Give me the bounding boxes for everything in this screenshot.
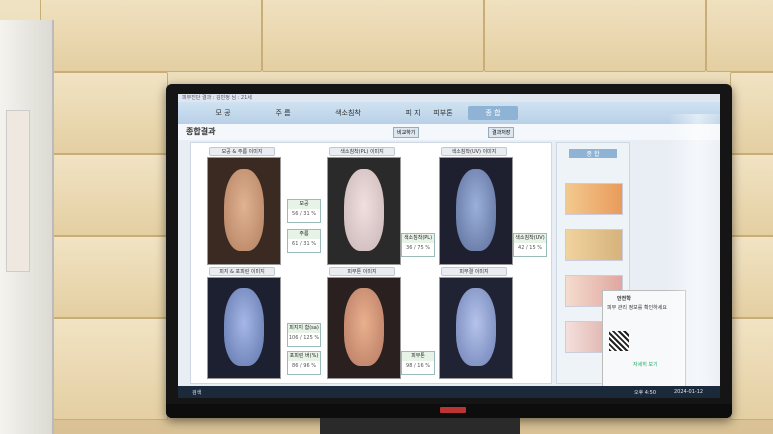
window-title: 피부진단 결과 : 김민정 님 : 21세 [178, 94, 720, 102]
results-panel: 모공 & 주름 이미지 색소침착(PL) 이미지 색소침착(UV) 이미지 피지… [190, 142, 552, 384]
score-wrinkles: 주름 61 / 31 % [287, 229, 321, 253]
caption-pl: 색소침착(PL) 이미지 [329, 147, 395, 156]
tab-summary[interactable]: 종 합 [468, 106, 518, 120]
wall-tile [730, 154, 773, 236]
wall-tile [730, 72, 773, 154]
wall-tile [706, 0, 773, 72]
face-photo-texture [439, 277, 513, 379]
wall-tile [52, 318, 168, 420]
score-label: 모공 [288, 200, 320, 209]
wall-tile [730, 236, 773, 318]
wall-tile [40, 0, 262, 72]
save-button[interactable]: 결과저장 [488, 127, 515, 138]
face-photo-sebum [207, 277, 281, 379]
score-tone: 피부톤 98 / 16 % [401, 351, 435, 375]
wall-tile [52, 72, 168, 154]
score-label: 피지지 함(sa) [288, 324, 320, 333]
face [343, 288, 385, 366]
face [455, 288, 497, 366]
face [223, 288, 265, 366]
score-value: 42 / 15 % [518, 245, 542, 251]
score-label: 주름 [288, 230, 320, 239]
device-panel [6, 110, 30, 272]
taskbar-time: 오후 4:50 [634, 390, 657, 396]
sub-toolbar: 종합결과 비교하기 결과저장 [178, 124, 720, 140]
score-label: 포피린 버(%) [288, 352, 320, 361]
face-photo-uv [439, 157, 513, 265]
monitor-stand [320, 418, 520, 434]
screen-glare [668, 114, 720, 394]
device-stand [0, 20, 54, 434]
thumbnail-chart[interactable] [565, 229, 623, 261]
notification-link[interactable]: 자세히 보기 [633, 361, 658, 368]
sidebar-title: 종 합 [569, 149, 617, 158]
caption-tone: 피부톤 이미지 [329, 267, 395, 276]
score-porphyrin: 포피린 버(%) 86 / 96 % [287, 351, 321, 375]
brand-logo [440, 407, 466, 413]
wall-tile [730, 318, 773, 420]
score-uv: 색소침착(UV) 42 / 15 % [513, 233, 547, 257]
score-label: 색소침착(PL) [402, 234, 434, 243]
taskbar: 검색 오후 4:50 2024-01-12 [178, 386, 720, 398]
face-photo-tone [327, 277, 401, 379]
score-pl: 색소침착(PL) 36 / 75 % [401, 233, 435, 257]
tab-skintone[interactable]: 피부톤 [418, 106, 468, 120]
page-title: 종합결과 [186, 127, 216, 136]
tab-pores[interactable]: 모 공 [198, 106, 248, 120]
taskbar-search[interactable]: 검색 [192, 389, 201, 396]
face [223, 168, 265, 252]
tab-wrinkles[interactable]: 주 름 [258, 106, 308, 120]
thumbnail-chart[interactable] [565, 183, 623, 215]
caption-pores: 모공 & 주름 이미지 [209, 147, 275, 156]
compare-button[interactable]: 비교하기 [393, 127, 420, 138]
score-value: 61 / 31 % [292, 241, 316, 247]
score-value: 36 / 75 % [406, 245, 430, 251]
wall-tile [52, 236, 168, 318]
tab-bar: 모 공 주 름 색소침착 피 지 피부톤 종 합 [178, 102, 720, 124]
caption-texture: 피부결 이미지 [441, 267, 507, 276]
tab-pigment[interactable]: 색소침착 [318, 106, 378, 120]
score-value: 86 / 96 % [292, 363, 316, 369]
score-pores: 모공 56 / 31 % [287, 199, 321, 223]
score-value: 106 / 125 % [288, 335, 320, 341]
score-label: 피부톤 [402, 352, 434, 361]
taskbar-date: 2024-01-12 [674, 389, 704, 395]
monitor-screen: 피부진단 결과 : 김민정 님 : 21세 모 공 주 름 색소침착 피 지 피… [178, 94, 720, 398]
face [455, 168, 497, 252]
score-sebum: 피지지 함(sa) 106 / 125 % [287, 323, 321, 347]
wall-tile [52, 154, 168, 236]
face-photo-pl [327, 157, 401, 265]
score-label: 색소침착(UV) [514, 234, 546, 243]
face [343, 168, 385, 252]
caption-uv: 색소침착(UV) 이미지 [441, 147, 507, 156]
face-photo-pores [207, 157, 281, 265]
score-value: 56 / 31 % [292, 211, 316, 217]
score-value: 98 / 16 % [406, 363, 430, 369]
wall-tile [484, 0, 706, 72]
caption-sebum: 피지 & 포피린 이미지 [209, 267, 275, 276]
wall-tile [262, 0, 484, 72]
qr-icon [609, 331, 629, 351]
